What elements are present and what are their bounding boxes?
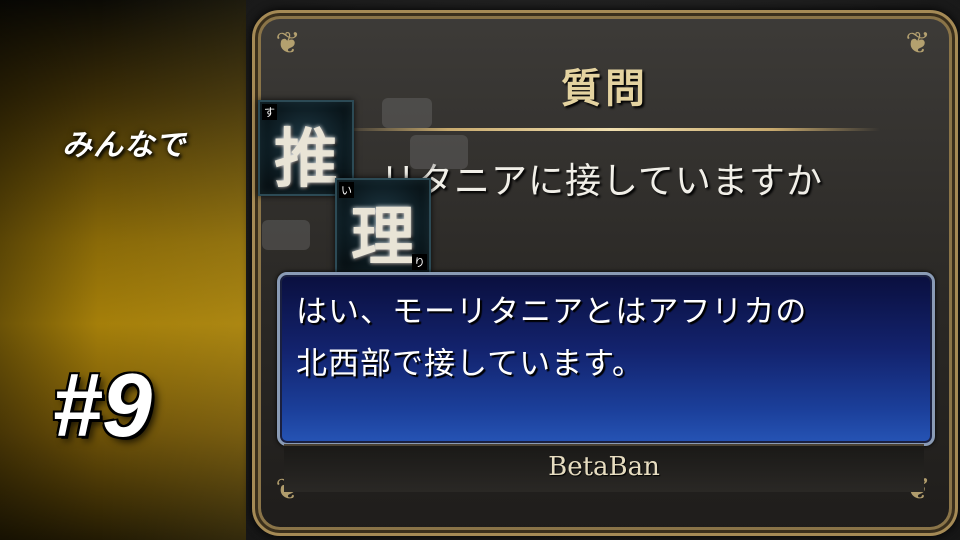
title-divider <box>340 128 880 131</box>
answer-text: はい、モーリタニアとはアフリカの 北西部で接しています。 <box>296 286 926 390</box>
dialog-title: 質問 <box>561 65 649 112</box>
answer-line: はい、モーリタニアとはアフリカの <box>296 294 808 330</box>
ornament-icon: ❦ <box>275 26 301 61</box>
speech-bubble-icon <box>262 220 310 250</box>
episode-number: #9 <box>52 356 153 456</box>
speech-bubble-icon <box>410 135 468 169</box>
answer-line: 北西部で接しています。 <box>296 346 644 382</box>
ornament-icon: ❦ <box>905 26 931 61</box>
series-title: みんなで <box>62 128 186 163</box>
logo-tile-ri: い 理 り <box>335 178 431 275</box>
left-gold-panel <box>0 0 246 540</box>
player-name: BetaBan <box>548 452 660 482</box>
speech-bubble-icon <box>382 98 432 128</box>
furigana: り <box>412 254 427 270</box>
